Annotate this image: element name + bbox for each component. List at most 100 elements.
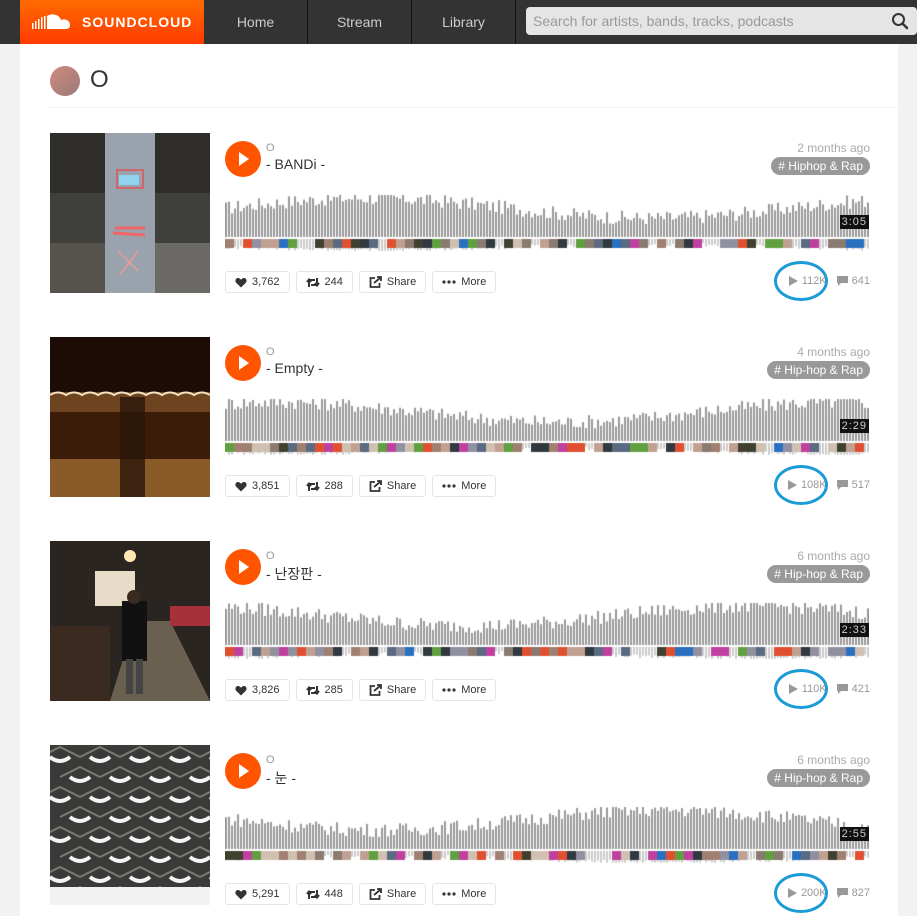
more-icon bbox=[442, 892, 456, 896]
more-icon bbox=[442, 280, 456, 284]
search-input[interactable] bbox=[526, 7, 886, 35]
comment-count-stat[interactable]: 827 bbox=[836, 887, 870, 899]
main-content: O O - BANDi - 2 months ago # Hiphop & Ra… bbox=[20, 44, 898, 916]
track-title[interactable]: - BANDi - bbox=[266, 156, 325, 172]
nav-stream[interactable]: Stream bbox=[308, 0, 412, 44]
repost-icon bbox=[305, 277, 320, 287]
repost-icon bbox=[305, 685, 320, 695]
more-button[interactable]: More bbox=[432, 271, 497, 293]
waveform[interactable]: 2:29 bbox=[225, 395, 869, 455]
track-stats: 200K 827 bbox=[778, 887, 870, 899]
track-stats: 110K 421 bbox=[779, 683, 870, 695]
soundcloud-logo[interactable]: SOUNDCLOUD bbox=[20, 0, 204, 44]
track-uploader[interactable]: O bbox=[266, 550, 275, 562]
track-artwork[interactable] bbox=[50, 133, 210, 293]
genre-tag[interactable]: # Hip-hop & Rap bbox=[767, 565, 870, 583]
play-button[interactable] bbox=[225, 549, 261, 585]
nav-library[interactable]: Library bbox=[412, 0, 516, 44]
track-title[interactable]: - 눈 - bbox=[266, 768, 296, 788]
comment-count: 517 bbox=[851, 479, 870, 491]
genre-tag[interactable]: # Hip-hop & Rap bbox=[767, 769, 870, 787]
play-count-stat[interactable]: 112K bbox=[788, 275, 827, 287]
repost-button[interactable]: 288 bbox=[295, 475, 353, 497]
comment-count-stat[interactable]: 517 bbox=[836, 479, 870, 491]
share-label: Share bbox=[386, 684, 417, 696]
waveform-canvas[interactable] bbox=[225, 803, 869, 863]
more-icon bbox=[442, 484, 456, 488]
track-item: O - BANDi - 2 months ago # Hiphop & Rap … bbox=[50, 133, 870, 301]
more-label: More bbox=[461, 480, 487, 492]
more-button[interactable]: More bbox=[432, 883, 497, 905]
share-button[interactable]: Share bbox=[358, 883, 427, 905]
comment-icon bbox=[836, 684, 848, 694]
like-count: 5,291 bbox=[252, 888, 280, 900]
repost-button[interactable]: 448 bbox=[295, 883, 353, 905]
more-button[interactable]: More bbox=[432, 475, 497, 497]
like-button[interactable]: 3,826 bbox=[225, 679, 290, 701]
play-count-stat[interactable]: 200K bbox=[787, 887, 827, 899]
comment-count: 827 bbox=[851, 887, 870, 899]
repost-icon bbox=[305, 481, 320, 491]
waveform-canvas[interactable] bbox=[225, 395, 869, 455]
like-button[interactable]: 5,291 bbox=[225, 883, 290, 905]
share-button[interactable]: Share bbox=[358, 271, 427, 293]
share-icon bbox=[369, 888, 382, 900]
play-button[interactable] bbox=[225, 345, 261, 381]
play-count-stat[interactable]: 110K bbox=[788, 683, 827, 695]
repost-count: 288 bbox=[324, 480, 343, 492]
repost-count: 448 bbox=[324, 888, 343, 900]
track-artwork[interactable] bbox=[50, 745, 210, 905]
divider bbox=[898, 44, 899, 916]
play-count-stat[interactable]: 108K bbox=[787, 479, 827, 491]
waveform[interactable]: 2:55 bbox=[225, 803, 869, 863]
genre-tag[interactable]: # Hip-hop & Rap bbox=[767, 361, 870, 379]
share-icon bbox=[369, 480, 382, 492]
waveform-canvas[interactable] bbox=[225, 191, 869, 251]
track-uploader[interactable]: O bbox=[266, 754, 275, 766]
track-date: 6 months ago bbox=[797, 753, 870, 767]
track-stats: 108K 517 bbox=[778, 479, 870, 491]
heart-icon bbox=[235, 481, 247, 491]
share-label: Share bbox=[386, 276, 417, 288]
track-artwork[interactable] bbox=[50, 337, 210, 497]
play-count: 112K bbox=[801, 275, 827, 287]
track-uploader[interactable]: O bbox=[266, 142, 275, 154]
track-date: 4 months ago bbox=[797, 345, 870, 359]
track-title[interactable]: - Empty - bbox=[266, 360, 323, 376]
profile-name[interactable]: O bbox=[90, 66, 109, 94]
like-button[interactable]: 3,762 bbox=[225, 271, 290, 293]
play-count: 200K bbox=[800, 887, 827, 899]
avatar[interactable] bbox=[50, 66, 80, 96]
brand-name: SOUNDCLOUD bbox=[82, 14, 193, 30]
track-duration: 2:33 bbox=[839, 623, 869, 637]
share-icon bbox=[369, 684, 382, 696]
comment-count-stat[interactable]: 641 bbox=[836, 275, 870, 287]
comment-count: 421 bbox=[851, 683, 870, 695]
track-title[interactable]: - 난장판 - bbox=[266, 564, 322, 584]
waveform-canvas[interactable] bbox=[225, 599, 869, 659]
play-button[interactable] bbox=[225, 141, 261, 177]
track-actions: 3,851 288 Share More bbox=[225, 475, 497, 497]
track-date: 6 months ago bbox=[797, 549, 870, 563]
search-icon[interactable] bbox=[891, 12, 909, 30]
more-button[interactable]: More bbox=[432, 679, 497, 701]
track-uploader[interactable]: O bbox=[266, 346, 275, 358]
share-icon bbox=[369, 276, 382, 288]
track-duration: 2:55 bbox=[839, 827, 869, 841]
play-button[interactable] bbox=[225, 753, 261, 789]
waveform[interactable]: 2:33 bbox=[225, 599, 869, 659]
like-button[interactable]: 3,851 bbox=[225, 475, 290, 497]
track-artwork[interactable] bbox=[50, 541, 210, 701]
share-button[interactable]: Share bbox=[358, 679, 427, 701]
comment-count-stat[interactable]: 421 bbox=[836, 683, 870, 695]
more-label: More bbox=[461, 276, 487, 288]
waveform[interactable]: 3:05 bbox=[225, 191, 869, 251]
nav-home[interactable]: Home bbox=[204, 0, 308, 44]
play-count-icon bbox=[788, 684, 798, 694]
search-box bbox=[526, 7, 917, 35]
share-button[interactable]: Share bbox=[358, 475, 427, 497]
genre-tag[interactable]: # Hiphop & Rap bbox=[771, 157, 870, 175]
repost-button[interactable]: 285 bbox=[295, 679, 353, 701]
track-date: 2 months ago bbox=[797, 141, 870, 155]
repost-button[interactable]: 244 bbox=[295, 271, 353, 293]
